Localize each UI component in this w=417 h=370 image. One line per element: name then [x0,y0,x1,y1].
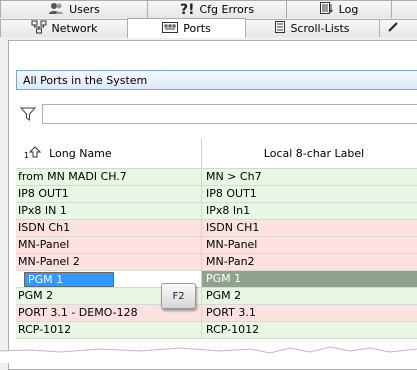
cell-edit-input[interactable]: PGM 1 [24,272,114,287]
cell-local-label[interactable]: PGM 1 [202,271,417,287]
cell-long-name[interactable]: MN-Panel [16,237,202,253]
tab-overflow[interactable] [391,0,417,18]
table-row[interactable]: PGM 2 PGM 2 [16,288,417,305]
cell-local-label[interactable]: ISDN CH1 [202,220,417,236]
col-header-local-label[interactable]: Local 8-char Label [202,138,417,168]
cell-local-label[interactable]: IPx8 In1 [202,203,417,219]
scroll-lists-icon [275,21,286,36]
table-row[interactable]: RCP-1012 RCP-1012 [16,322,417,339]
port-scope-value: All Ports in the System [23,74,148,87]
col-header-local-label-text: Local 8-char Label [263,146,365,160]
cell-long-name[interactable]: MN-Panel 2 [16,254,202,270]
filter-icon [19,107,37,121]
table-row-selected[interactable]: PGM 1 PGM 1 [16,271,417,288]
table-row[interactable]: IPx8 IN 1 IPx8 In1 [16,203,417,220]
col-header-long-name-label: Long Name [49,146,112,160]
table-row[interactable]: ISDN Ch1 ISDN CH1 [16,220,417,237]
grid-header: 1 Long Name Local 8-char Label [16,138,417,169]
table-row[interactable]: MN-Panel MN-Panel [16,237,417,254]
tab-ports-label: Ports [183,22,211,35]
cell-local-label[interactable]: MN-Pan2 [202,254,417,270]
cell-local-label[interactable]: PORT 3.1 [202,305,417,321]
tab-cfg-errors-label: Cfg Errors [199,3,255,16]
network-icon [31,20,47,37]
table-row[interactable]: PORT 3.1 - DEMO-128 PORT 3.1 [16,305,417,322]
ports-grid: 1 Long Name Local 8-char Label from MN M… [16,138,417,339]
tab-scroll-lists[interactable]: Scroll-Lists [245,19,380,37]
cell-long-name[interactable]: ISDN Ch1 [16,220,202,236]
tab-scroll-lists-label: Scroll-Lists [290,22,350,35]
sort-up-arrow-icon [28,145,42,161]
table-row[interactable]: IP8 OUT1 IP8 OUT1 [16,186,417,203]
filter-input[interactable] [42,104,417,124]
cell-local-label[interactable]: RCP-1012 [202,322,417,338]
ports-icon [162,21,179,36]
cell-long-name[interactable]: IPx8 IN 1 [16,203,202,219]
torn-edge-decoration [0,346,417,363]
tab-network-label: Network [51,22,98,35]
port-scope-selector[interactable]: All Ports in the System [16,70,417,90]
tab-log-label: Log [338,3,359,16]
cell-long-name[interactable]: from MN MADI CH.7 [16,169,202,185]
cell-local-label[interactable]: MN > Ch7 [202,169,417,185]
table-row[interactable]: MN-Panel 2 MN-Pan2 [16,254,417,271]
pen-icon [388,22,400,35]
tab-users[interactable]: Users [0,0,148,18]
tab-ports[interactable]: Ports [127,18,246,38]
tab-log[interactable]: Log [286,0,392,18]
tab-network[interactable]: Network [0,19,128,37]
col-header-long-name[interactable]: 1 Long Name [16,138,202,168]
tab-row-bottom: Network Ports Scroll-Lists [0,18,417,38]
tab-users-label: Users [69,3,100,16]
table-row[interactable]: from MN MADI CH.7 MN > Ch7 [16,169,417,186]
tab-overflow-2[interactable] [379,19,417,37]
tab-row-top: Users ?! Cfg Errors Log [0,0,417,19]
cell-long-name[interactable]: IP8 OUT1 [16,186,202,202]
keycap-label: F2 [172,290,185,302]
cell-local-label[interactable]: MN-Panel [202,237,417,253]
tab-cfg-errors[interactable]: ?! Cfg Errors [147,0,287,18]
cfg-errors-icon: ?! [179,1,195,18]
cell-local-label[interactable]: IP8 OUT1 [202,186,417,202]
log-icon [319,2,334,17]
cell-local-label[interactable]: PGM 2 [202,288,417,304]
users-icon [48,2,64,18]
cell-long-name[interactable]: RCP-1012 [16,322,202,338]
f2-keycap-overlay: F2 [161,283,196,309]
